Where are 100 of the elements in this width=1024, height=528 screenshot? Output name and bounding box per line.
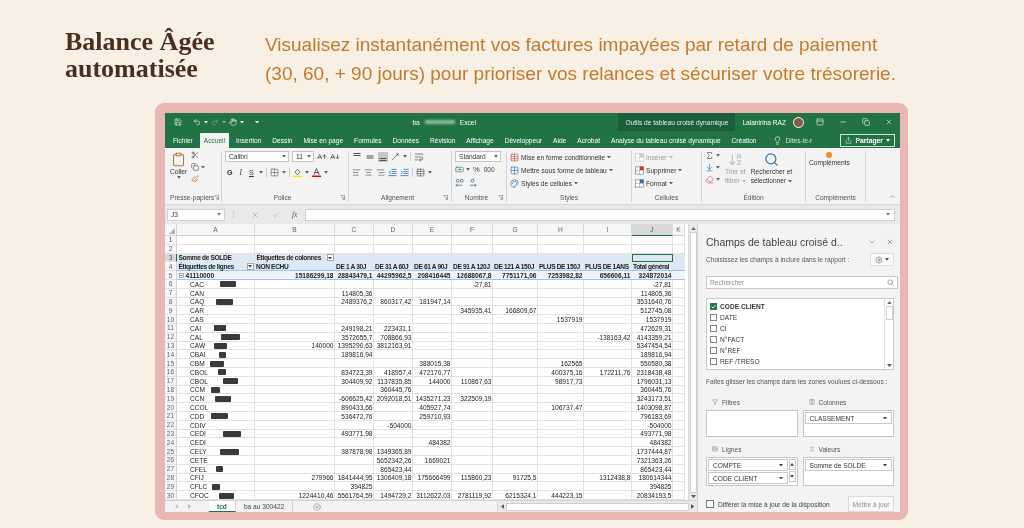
sigma-icon[interactable] (705, 151, 714, 160)
checkbox[interactable] (710, 347, 717, 354)
vertical-scrollbar[interactable] (688, 224, 697, 500)
restore-icon[interactable] (862, 118, 870, 126)
eraser-icon[interactable] (705, 175, 714, 184)
select-all-button[interactable] (165, 224, 177, 236)
list-scrollbar[interactable] (884, 299, 893, 369)
caret-icon[interactable] (428, 171, 432, 174)
check-icon[interactable] (272, 210, 280, 219)
filter-dropdown-button[interactable] (326, 254, 334, 262)
clipboard-icon (171, 152, 187, 167)
caret-icon[interactable] (323, 171, 328, 174)
checkbox[interactable] (706, 500, 714, 508)
caret-icon[interactable] (201, 165, 206, 169)
align-bottom-icon[interactable] (378, 151, 388, 162)
circle-arrow-icon[interactable] (468, 177, 477, 187)
increase-indent-icon[interactable] (400, 168, 409, 177)
arrow-down-icon[interactable] (705, 163, 714, 172)
headline: Balance Âgée automatisée (65, 28, 215, 82)
caret-icon (328, 256, 332, 260)
field-settings-button[interactable] (870, 253, 894, 266)
horizontal-scrollbar[interactable] (497, 501, 697, 512)
caret-icon[interactable] (304, 171, 309, 174)
undo-icon[interactable] (193, 118, 201, 126)
font-color-icon[interactable] (311, 168, 321, 177)
caret-icon[interactable] (716, 154, 720, 157)
scrollbar-thumb[interactable] (689, 232, 697, 493)
grid-icon[interactable] (269, 168, 279, 177)
caret-icon (788, 179, 793, 183)
decrease-indent-icon[interactable] (388, 168, 397, 177)
dialog-launcher-icon[interactable] (498, 195, 503, 200)
checkbox[interactable] (710, 303, 717, 310)
panel-title: Champs de tableau croisé d.. (706, 235, 844, 248)
caret-icon (741, 179, 746, 183)
dialog-launcher-icon[interactable] (443, 195, 448, 200)
align-center-icon[interactable] (364, 168, 373, 177)
caret-icon[interactable] (258, 171, 263, 174)
drag-handle-icon[interactable] (230, 211, 237, 218)
avatar-icon[interactable] (793, 116, 804, 128)
caret-icon (494, 155, 498, 158)
caret-icon[interactable] (255, 120, 259, 124)
scroll-down-icon[interactable] (886, 363, 892, 367)
caret-icon[interactable] (204, 120, 208, 124)
wrap-text-icon[interactable] (414, 151, 424, 162)
filter-dropdown-button[interactable] (246, 263, 254, 271)
checkbox[interactable] (710, 325, 717, 332)
checkbox[interactable] (710, 314, 717, 321)
caret-icon (573, 181, 578, 185)
caret-icon[interactable] (222, 120, 226, 124)
banknote-icon[interactable] (455, 165, 464, 174)
caret-icon (217, 213, 221, 216)
paintbrush-icon[interactable] (191, 175, 200, 183)
caret-icon (678, 168, 683, 172)
hand-icon[interactable] (229, 118, 237, 126)
dialog-launcher-icon[interactable] (214, 195, 220, 200)
minimize-icon[interactable] (839, 118, 847, 126)
caret-icon (883, 463, 887, 467)
selected-cell[interactable] (632, 253, 673, 263)
scrollbar-thumb[interactable] (885, 306, 893, 321)
caret-icon[interactable] (716, 178, 720, 181)
caret-icon[interactable] (716, 166, 720, 169)
scissors-icon[interactable] (191, 151, 200, 159)
caret-icon (307, 155, 311, 158)
checkbox[interactable] (710, 336, 717, 343)
copy-icon[interactable] (191, 163, 200, 171)
align-right-icon[interactable] (376, 168, 385, 177)
merge-cells-icon[interactable] (416, 168, 425, 177)
caret-icon[interactable] (403, 155, 407, 158)
blurred-redaction (424, 120, 455, 124)
plus-circle-icon[interactable] (313, 502, 322, 511)
align-left-icon[interactable] (352, 168, 361, 177)
caret-icon (778, 476, 783, 480)
formula-field[interactable] (305, 208, 895, 221)
close-icon[interactable] (886, 237, 894, 246)
caret-icon[interactable] (886, 213, 890, 216)
search-icon (763, 152, 779, 167)
dot-icon (826, 152, 833, 158)
palette-icon (510, 178, 519, 188)
tagline: Visualisez instantanément vos factures impayées par retard de paiement (30, 60, + 90 jours) pour prioriser vos relances et sécuriser votre trésorerie. (265, 33, 896, 86)
diagonal-arrow-icon[interactable] (391, 152, 400, 161)
scroll-up-button[interactable] (788, 459, 796, 470)
scroll-down-button[interactable] (788, 471, 796, 482)
fill-color-icon[interactable] (292, 168, 302, 177)
lightbulb-icon[interactable] (772, 136, 782, 145)
circles-arrow-icon[interactable] (455, 177, 464, 187)
caret-icon[interactable] (466, 168, 470, 171)
save-icon[interactable] (174, 118, 182, 126)
chevron-up-icon[interactable] (889, 193, 896, 200)
redo-icon[interactable] (211, 118, 219, 126)
checkbox[interactable] (710, 358, 717, 365)
caret-icon[interactable] (281, 171, 286, 174)
collapse-icon[interactable] (178, 273, 184, 279)
drop-area[interactable] (706, 410, 798, 437)
scrollbar-thumb[interactable] (506, 502, 689, 511)
shrink-font-icon[interactable] (330, 151, 340, 162)
close-icon[interactable] (885, 118, 893, 126)
grow-font-icon[interactable] (317, 151, 327, 162)
caret-icon[interactable] (240, 120, 244, 124)
dialog-launcher-icon[interactable] (340, 195, 345, 200)
window-panel-icon[interactable] (816, 118, 824, 126)
